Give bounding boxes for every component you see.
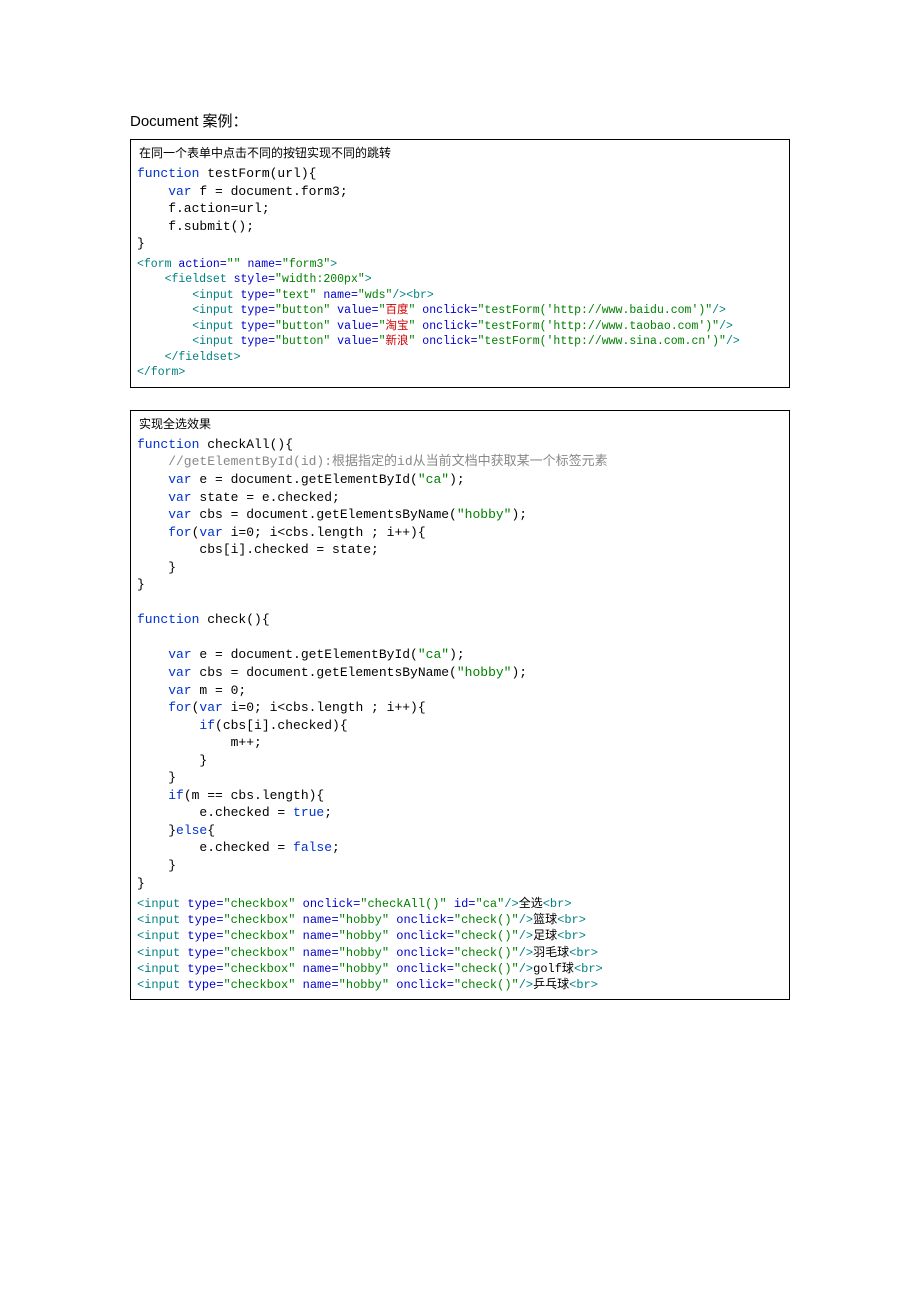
code-block-1-js: function testForm(url){ var f = document… xyxy=(137,165,783,253)
page-title: Document 案例： xyxy=(130,110,790,131)
example-2-title: 实现全选效果 xyxy=(137,413,783,432)
example-box-1: 在同一个表单中点击不同的按钮实现不同的跳转 function testForm(… xyxy=(130,139,790,388)
code-block-2-html: <input type="checkbox" onclick="checkAll… xyxy=(137,896,783,993)
example-box-2: 实现全选效果 function checkAll(){ //getElement… xyxy=(130,410,790,1000)
example-1-title: 在同一个表单中点击不同的按钮实现不同的跳转 xyxy=(137,142,783,161)
page: Document 案例： 在同一个表单中点击不同的按钮实现不同的跳转 funct… xyxy=(0,0,920,1082)
code-block-2-js: function checkAll(){ //getElementById(id… xyxy=(137,436,783,892)
code-block-1-html: <form action="" name="form3"> <fieldset … xyxy=(137,257,783,381)
